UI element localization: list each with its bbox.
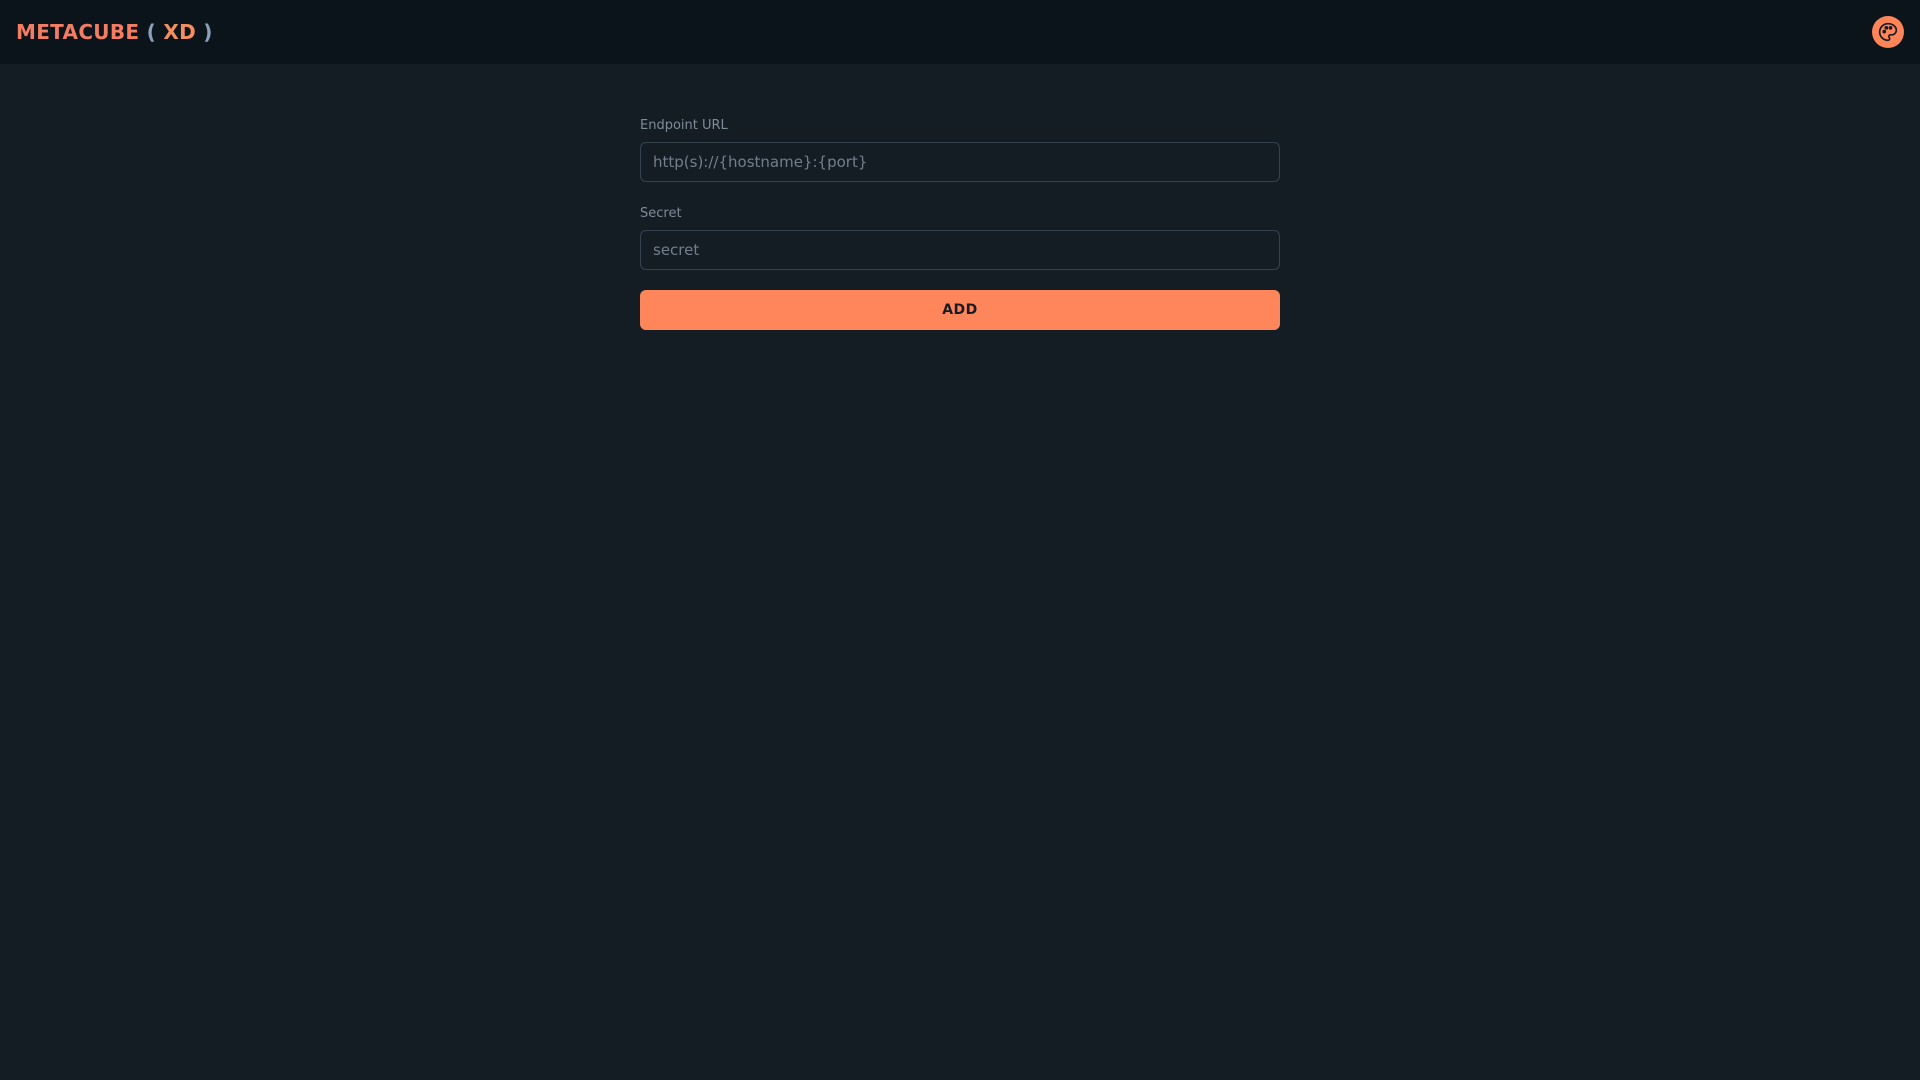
endpoint-url-label: Endpoint URL	[640, 118, 728, 133]
app-logo[interactable]: METACUBE ( XD )	[16, 19, 213, 45]
brand-name: METACUBE	[16, 20, 140, 44]
secret-input[interactable]	[640, 230, 1280, 270]
add-button[interactable]: ADD	[640, 290, 1280, 330]
brand-close-paren: )	[203, 20, 213, 44]
secret-label: Secret	[640, 206, 682, 221]
theme-switch-button[interactable]	[1872, 16, 1904, 48]
palette-icon	[1878, 22, 1898, 42]
top-bar: METACUBE ( XD )	[0, 0, 1920, 64]
add-backend-form: Endpoint URL Secret ADD	[640, 118, 1280, 330]
brand-open-paren: (	[146, 20, 157, 44]
brand-tag: XD	[163, 20, 196, 44]
endpoint-url-input[interactable]	[640, 142, 1280, 182]
